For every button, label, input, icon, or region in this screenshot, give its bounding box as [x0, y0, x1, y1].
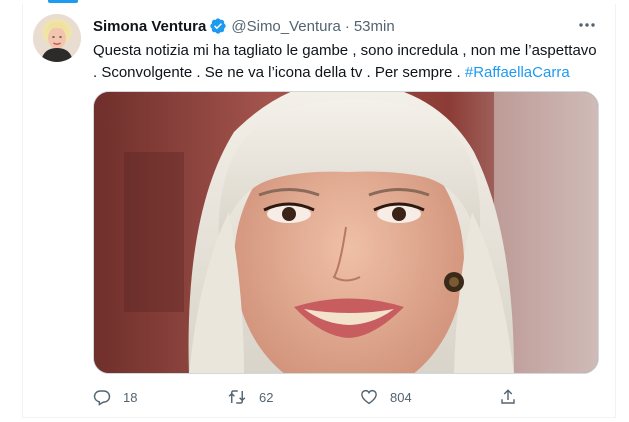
tweet-page: Simona Ventura @Simo_Ventura · 53min Que…: [0, 0, 629, 422]
retweet-button[interactable]: 62: [227, 384, 273, 410]
like-count: 804: [390, 389, 412, 405]
tweet-photo[interactable]: [93, 91, 599, 374]
reply-button[interactable]: 18: [93, 384, 137, 410]
share-icon: [499, 388, 517, 406]
tweet-text: Questa notizia mi ha tagliato le gambe ,…: [93, 40, 597, 84]
tab-indicator: [48, 0, 78, 3]
reply-count: 18: [123, 389, 138, 405]
avatar[interactable]: [33, 14, 81, 62]
tweet-actions: 18 62 804: [93, 384, 523, 410]
tweet-text-line-2-body: . Sconvolgente . Se ne va l’icona della …: [93, 64, 465, 81]
display-name[interactable]: Simona Ventura: [93, 18, 206, 35]
heart-icon: [360, 388, 378, 406]
header-separator: ·: [344, 17, 350, 35]
share-button[interactable]: [499, 384, 517, 410]
like-button[interactable]: 804: [360, 384, 412, 410]
more-dots-icon[interactable]: [577, 16, 597, 34]
retweet-icon: [227, 388, 247, 406]
tweet-text-line-2: . Sconvolgente . Se ne va l’icona della …: [93, 62, 593, 84]
tweet-text-line-1: Questa notizia mi ha tagliato le gambe ,…: [93, 42, 597, 59]
retweet-count: 62: [259, 389, 274, 405]
verified-badge-icon: [209, 17, 227, 35]
user-handle[interactable]: @Simo_Ventura: [231, 18, 340, 35]
hashtag-link[interactable]: #RaffaellaCarra: [465, 64, 570, 81]
tweet-header: Simona Ventura @Simo_Ventura · 53min: [93, 15, 395, 37]
tweet-timestamp[interactable]: 53min: [354, 18, 395, 35]
reply-icon: [93, 388, 111, 406]
